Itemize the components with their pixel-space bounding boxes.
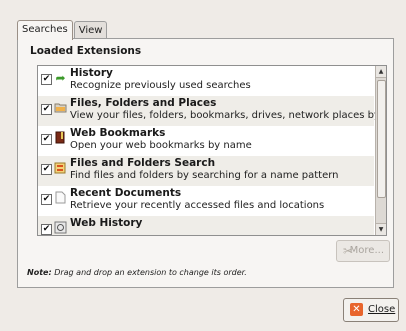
green-arrow-icon: ➦: [55, 71, 66, 85]
enable-checkbox[interactable]: ✔: [41, 74, 52, 85]
note-body: Drag and drop an extension to change its…: [54, 268, 247, 277]
more-button-label: More...: [349, 245, 384, 256]
extension-name: History: [70, 67, 113, 79]
close-button[interactable]: ✕ Close: [343, 298, 399, 322]
enable-checkbox[interactable]: ✔: [41, 134, 52, 145]
bookmark-icon: [54, 131, 67, 145]
extension-name: Files, Folders and Places: [70, 97, 217, 109]
scroll-up-arrow-icon[interactable]: ▲: [376, 66, 386, 78]
section-title: Loaded Extensions: [30, 45, 142, 57]
extension-row-web-bookmarks[interactable]: ✔ Web Bookmarks Open your web bookmarks …: [38, 126, 374, 156]
extension-row-history[interactable]: ✔ ➦ History Recognize previously used se…: [38, 66, 374, 96]
enable-checkbox[interactable]: ✔: [41, 194, 52, 205]
tab-bar: Searches View: [17, 20, 108, 40]
note-text: Note: Drag and drop an extension to chan…: [27, 268, 247, 277]
extension-name: Web History: [70, 217, 143, 229]
tab-view[interactable]: View: [73, 21, 108, 39]
globe-history-icon: [54, 221, 67, 235]
document-icon: [54, 191, 67, 205]
close-button-label: Close: [368, 304, 396, 315]
folder-icon: [54, 101, 67, 115]
extension-name: Web Bookmarks: [70, 127, 166, 139]
enable-checkbox[interactable]: ✔: [41, 164, 52, 175]
tab-panel: Loaded Extensions ✔ ➦ History Recognize …: [17, 38, 394, 288]
tab-searches[interactable]: Searches: [17, 20, 73, 40]
note-prefix: Note:: [27, 268, 52, 277]
extension-description: Open your web bookmarks by name: [70, 140, 252, 151]
more-button[interactable]: ✂ More...: [336, 240, 390, 262]
enable-checkbox[interactable]: ✔: [41, 104, 52, 115]
extension-description: Recognize previously used searches: [70, 80, 251, 91]
scrollbar-thumb[interactable]: [377, 80, 386, 198]
extension-row-files-folders-search[interactable]: ✔ Files and Folders Search Find files an…: [38, 156, 374, 186]
tools-icon: ✂: [343, 244, 354, 258]
scroll-down-arrow-icon[interactable]: ▼: [376, 223, 386, 235]
list-scrollbar[interactable]: ▲ ▼: [375, 66, 386, 235]
extension-name: Files and Folders Search: [70, 157, 216, 169]
extension-row-recent-documents[interactable]: ✔ Recent Documents Retrieve your recentl…: [38, 186, 374, 216]
extension-description: Retrieve your recently accessed files an…: [70, 200, 325, 211]
search-folder-icon: [54, 161, 67, 175]
extension-row-files-folders-places[interactable]: ✔ Files, Folders and Places View your fi…: [38, 96, 386, 126]
enable-checkbox[interactable]: ✔: [41, 224, 52, 235]
close-icon: ✕: [350, 303, 363, 316]
extension-description: Find files and folders by searching for …: [70, 170, 339, 181]
extensions-list[interactable]: ✔ ➦ History Recognize previously used se…: [37, 65, 387, 236]
extension-row-web-history[interactable]: ✔ Web History: [38, 216, 374, 235]
extension-name: Recent Documents: [70, 187, 182, 199]
extension-description: View your files, folders, bookmarks, dri…: [70, 110, 387, 121]
